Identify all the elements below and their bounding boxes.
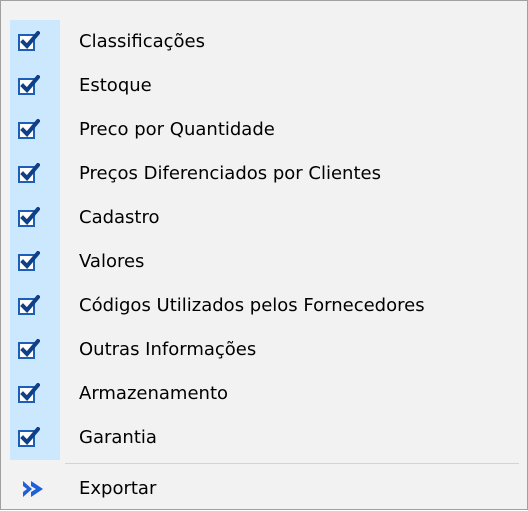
checkbox-checked-icon[interactable] bbox=[18, 295, 40, 317]
menu-item-label: Garantia bbox=[79, 427, 157, 448]
menu-item-codigos-fornecedores[interactable]: Códigos Utilizados pelos Fornecedores bbox=[1, 284, 527, 328]
checkbox-checked-icon[interactable] bbox=[18, 383, 40, 405]
checkbox-checked-icon[interactable] bbox=[18, 75, 40, 97]
menu-item-label: Valores bbox=[79, 251, 145, 272]
menu-separator bbox=[65, 463, 519, 464]
menu-item-label: Códigos Utilizados pelos Fornecedores bbox=[79, 295, 425, 316]
menu-item-outras-informacoes[interactable]: Outras Informações bbox=[1, 328, 527, 372]
menu-item-label: Outras Informações bbox=[79, 339, 257, 360]
double-arrow-right-icon bbox=[23, 481, 43, 497]
menu-item-estoque[interactable]: Estoque bbox=[1, 64, 527, 108]
menu-item-label: Preco por Quantidade bbox=[79, 119, 275, 140]
menu-item-garantia[interactable]: Garantia bbox=[1, 416, 527, 460]
checkbox-checked-icon[interactable] bbox=[18, 427, 40, 449]
menu-item-label: Preços Diferenciados por Clientes bbox=[79, 163, 381, 184]
menu-item-label: Cadastro bbox=[79, 207, 160, 228]
menu-item-exportar[interactable]: Exportar bbox=[1, 467, 527, 511]
menu-item-label: Exportar bbox=[79, 478, 157, 499]
menu-item-precos-diferenciados[interactable]: Preços Diferenciados por Clientes bbox=[1, 152, 527, 196]
context-menu: Classificações Estoque Preco por Quantid… bbox=[0, 0, 528, 510]
menu-item-preco-por-quantidade[interactable]: Preco por Quantidade bbox=[1, 108, 527, 152]
checkbox-checked-icon[interactable] bbox=[18, 31, 40, 53]
checkbox-checked-icon[interactable] bbox=[18, 207, 40, 229]
checkbox-checked-icon[interactable] bbox=[18, 163, 40, 185]
menu-item-label: Estoque bbox=[79, 75, 152, 96]
menu-item-label: Armazenamento bbox=[79, 383, 229, 404]
checkbox-checked-icon[interactable] bbox=[18, 251, 40, 273]
checkbox-checked-icon[interactable] bbox=[18, 119, 40, 141]
menu-item-armazenamento[interactable]: Armazenamento bbox=[1, 372, 527, 416]
menu-item-valores[interactable]: Valores bbox=[1, 240, 527, 284]
menu-item-label: Classificações bbox=[79, 31, 205, 52]
menu-item-cadastro[interactable]: Cadastro bbox=[1, 196, 527, 240]
menu-item-classificacoes[interactable]: Classificações bbox=[1, 20, 527, 64]
checkbox-checked-icon[interactable] bbox=[18, 339, 40, 361]
